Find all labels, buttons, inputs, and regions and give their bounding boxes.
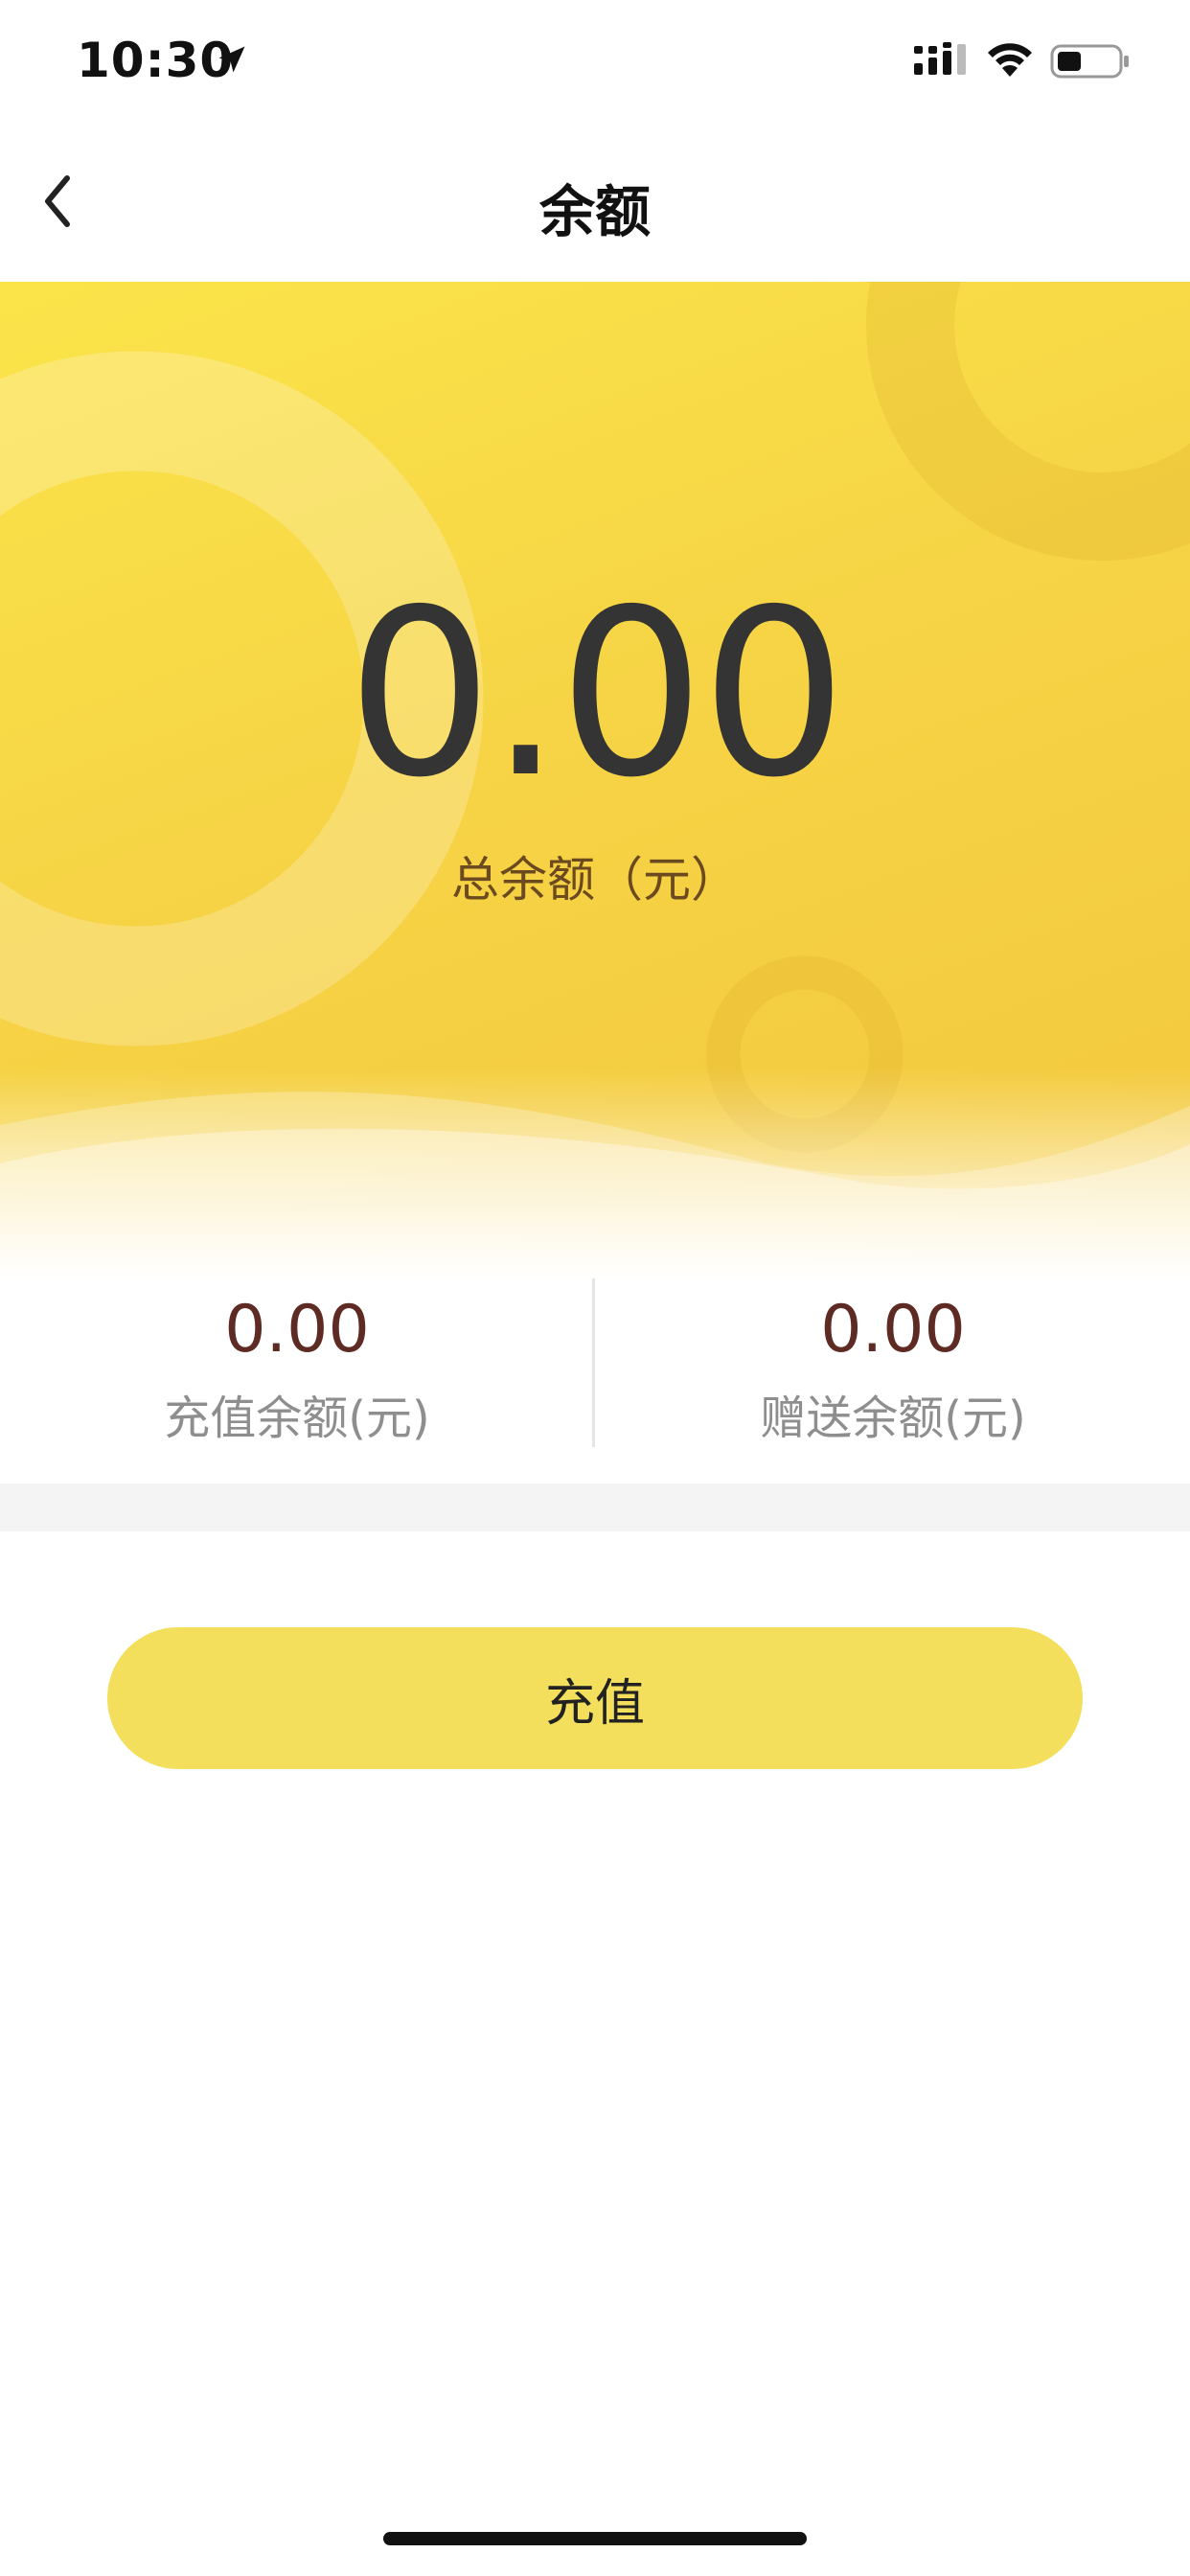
sub-balances: 0.00 充值余额(元) 0.00 赠送余额(元) <box>0 1278 1190 1484</box>
wifi-icon <box>988 43 1032 77</box>
recharge-balance: 0.00 充值余额(元) <box>0 1278 594 1484</box>
location-arrow-icon <box>218 46 245 73</box>
recharge-balance-label: 充值余额(元) <box>164 1392 430 1445</box>
balance-hero: 0.00 总余额（元） <box>0 282 1190 1278</box>
gift-balance-value: 0.00 <box>820 1292 966 1368</box>
total-balance-label: 总余额（元） <box>451 852 739 908</box>
recharge-button[interactable]: 充值 <box>107 1627 1083 1769</box>
total-balance-value: 0.00 <box>346 560 847 828</box>
status-time: 10:30 <box>77 33 235 88</box>
status-bar: 10:30 <box>0 0 1190 125</box>
section-separator <box>0 1484 1190 1531</box>
nav-bar: 余额 <box>0 125 1190 282</box>
home-indicator[interactable] <box>383 2532 807 2545</box>
divider <box>592 1278 595 1447</box>
signal-icon <box>914 42 966 75</box>
recharge-balance-value: 0.00 <box>224 1292 370 1368</box>
gift-balance-label: 赠送余额(元) <box>760 1392 1026 1445</box>
page-title: 余额 <box>538 179 651 244</box>
gift-balance: 0.00 赠送余额(元) <box>596 1278 1190 1484</box>
battery-icon <box>1050 44 1129 79</box>
